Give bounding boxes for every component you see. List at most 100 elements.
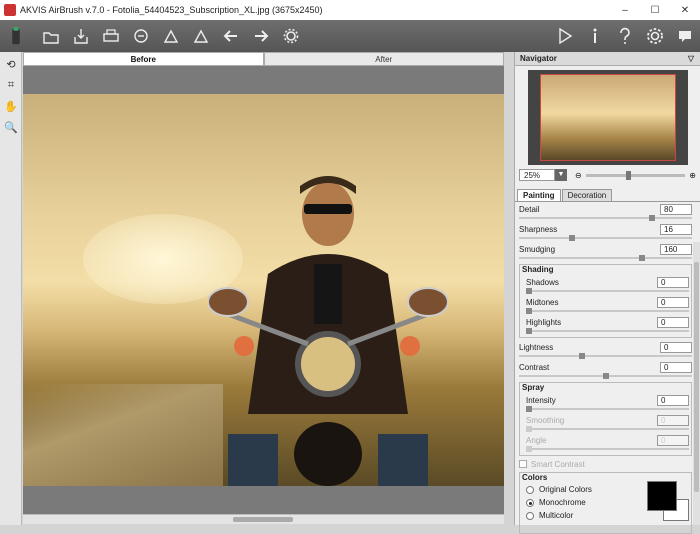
smoothing-slider	[526, 426, 689, 432]
zoom-in-icon[interactable]: ⊕	[689, 171, 696, 180]
run-icon[interactable]	[553, 24, 577, 48]
contrast-slider[interactable]	[519, 373, 692, 379]
angle-field: 0	[657, 435, 689, 446]
logo-icon	[8, 24, 24, 48]
preferences-icon[interactable]	[643, 24, 667, 48]
radio-label: Multicolor	[539, 511, 574, 520]
info-icon[interactable]	[583, 24, 607, 48]
hand-icon[interactable]: ✋	[2, 97, 20, 115]
lightness-knob[interactable]	[579, 353, 585, 359]
radio-label: Original Colors	[539, 485, 592, 494]
road	[23, 384, 223, 486]
back-icon[interactable]	[219, 24, 243, 48]
highlights-slider[interactable]	[526, 328, 689, 334]
sharpness-slider[interactable]	[519, 235, 692, 241]
painting-params: Detail 80 Sharpness 16 Smudging 160 Shad…	[515, 202, 700, 534]
shadows-label: Shadows	[526, 278, 559, 287]
contrast-field[interactable]: 0	[660, 362, 692, 373]
tab-before[interactable]: Before	[23, 52, 264, 66]
smudging-field[interactable]: 160	[660, 244, 692, 255]
angle-label: Angle	[526, 436, 547, 445]
highlights-knob[interactable]	[526, 328, 532, 334]
panel-tabs: Painting Decoration	[515, 189, 700, 202]
print-icon[interactable]	[99, 24, 123, 48]
midtones-row: Midtones 0	[524, 295, 689, 315]
shadows-field[interactable]: 0	[657, 277, 689, 288]
smoothing-knob	[526, 426, 532, 432]
intensity-slider[interactable]	[526, 406, 689, 412]
radio-label: Monochrome	[539, 498, 586, 507]
midtones-field[interactable]: 0	[657, 297, 689, 308]
maximize-button[interactable]: ☐	[640, 0, 670, 20]
zoom-field[interactable]: 25%	[519, 169, 555, 181]
share-icon[interactable]	[129, 24, 153, 48]
radio-dot[interactable]	[526, 498, 534, 507]
smoothing-label: Smoothing	[526, 416, 565, 425]
settings-panel: Navigator ▽ 25% ▼ ⊖ ⊕ Painting Decoration…	[514, 52, 700, 534]
intensity-row: Intensity 0	[524, 393, 689, 413]
navigator-header: Navigator ▽	[515, 52, 700, 66]
smoothing-row: Smoothing 0	[524, 413, 689, 433]
detail-row: Detail 80	[517, 202, 692, 222]
tab-painting[interactable]: Painting	[517, 189, 561, 201]
before-after-icon[interactable]: ⟲	[2, 55, 20, 73]
settings-gear-icon[interactable]	[279, 24, 303, 48]
midtones-slider[interactable]	[526, 308, 689, 314]
navigator-viewport[interactable]	[539, 74, 676, 161]
smart-contrast-checkbox[interactable]: Smart Contrast	[517, 458, 692, 470]
contrast-row: Contrast 0	[517, 360, 692, 380]
zoom-icon[interactable]: 🔍	[2, 118, 20, 136]
tab-after[interactable]: After	[263, 52, 504, 66]
shadows-knob[interactable]	[526, 288, 532, 294]
image-canvas[interactable]	[23, 66, 504, 514]
horizontal-scrollbar[interactable]	[23, 514, 504, 524]
sharpness-knob[interactable]	[569, 235, 575, 241]
detail-label: Detail	[519, 205, 540, 214]
highlights-field[interactable]: 0	[657, 317, 689, 328]
scroll-thumb[interactable]	[233, 517, 293, 522]
collapse-icon[interactable]: ▽	[688, 52, 694, 66]
close-button[interactable]: ✕	[670, 0, 700, 20]
preset-icon[interactable]	[189, 24, 213, 48]
batch-icon[interactable]	[159, 24, 183, 48]
panel-scroll-thumb[interactable]	[694, 262, 699, 492]
midtones-label: Midtones	[526, 298, 559, 307]
zoom-dropdown-icon[interactable]: ▼	[555, 169, 567, 181]
contrast-label: Contrast	[519, 363, 550, 372]
title-bar: AKVIS AirBrush v.7.0 - Fotolia_54404523_…	[0, 0, 700, 20]
zoom-row: 25% ▼ ⊖ ⊕	[515, 167, 700, 183]
contrast-knob[interactable]	[603, 373, 609, 379]
crop-icon[interactable]: ⌗	[2, 76, 20, 94]
zoom-slider-knob[interactable]	[625, 170, 631, 180]
help-icon[interactable]	[613, 24, 637, 48]
smudging-slider[interactable]	[519, 255, 692, 261]
detail-knob[interactable]	[649, 215, 655, 221]
shadows-slider[interactable]	[526, 288, 689, 294]
panel-scrollbar[interactable]	[693, 242, 700, 525]
minimize-button[interactable]: –	[610, 0, 640, 20]
chat-icon[interactable]	[673, 24, 697, 48]
detail-slider[interactable]	[519, 215, 692, 221]
navigator-preview[interactable]	[527, 70, 688, 165]
sharpness-label: Sharpness	[519, 225, 558, 234]
intensity-field[interactable]: 0	[657, 395, 689, 406]
angle-slider	[526, 446, 689, 452]
lightness-slider[interactable]	[519, 353, 692, 359]
foreground-color-swatch[interactable]	[647, 481, 677, 511]
detail-field[interactable]: 80	[660, 204, 692, 215]
radio-dot[interactable]	[526, 485, 534, 494]
forward-icon[interactable]	[249, 24, 273, 48]
lightness-field[interactable]: 0	[660, 342, 692, 353]
save-icon[interactable]	[69, 24, 93, 48]
sharpness-field[interactable]: 16	[660, 224, 692, 235]
smudging-knob[interactable]	[639, 255, 645, 261]
radio-dot[interactable]	[526, 511, 534, 520]
intensity-knob[interactable]	[526, 406, 532, 412]
midtones-knob[interactable]	[526, 308, 532, 314]
checkbox-box[interactable]	[519, 460, 527, 468]
open-icon[interactable]	[39, 24, 63, 48]
tab-decoration[interactable]: Decoration	[561, 189, 613, 201]
zoom-out-icon[interactable]: ⊖	[575, 171, 582, 180]
zoom-slider[interactable]	[585, 170, 686, 180]
highlights-row: Highlights 0	[524, 315, 689, 335]
